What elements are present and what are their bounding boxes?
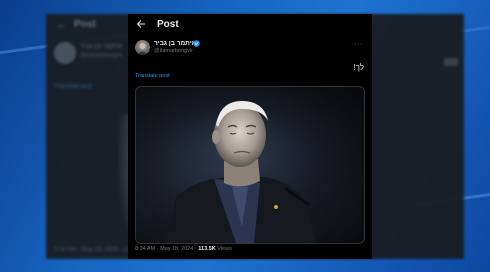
translate-post-link[interactable]: Translate post <box>135 73 170 79</box>
blurred-display-name: איתמר בן גביר <box>80 43 123 50</box>
post-header: Post <box>128 14 372 36</box>
views-count: 113.5K <box>198 246 216 252</box>
author-display-name[interactable]: איתמר בן גביר <box>154 40 196 47</box>
post-time[interactable]: 8:34 AM <box>135 246 155 252</box>
page-title: Post <box>157 19 179 30</box>
blurred-avatar <box>54 42 76 64</box>
blurred-translate-link: Translate post <box>54 84 92 90</box>
post-date[interactable]: May 18, 2024 <box>160 246 193 252</box>
post-meta: 8:34 AM · May 18, 2024 · 113.5K Views <box>135 246 232 252</box>
blurred-handle: @itamarbengvir <box>80 53 123 59</box>
post-media-image[interactable] <box>135 86 365 244</box>
more-options-icon[interactable]: ··· <box>355 41 364 48</box>
blurred-back-icon: ← <box>56 19 67 31</box>
avatar[interactable] <box>135 40 150 55</box>
photo-man-in-suit <box>136 87 364 243</box>
blurred-more-icon <box>444 58 458 66</box>
arrow-left-icon[interactable] <box>135 18 147 30</box>
blurred-title: Post <box>74 19 96 30</box>
tv-background: ← Post איתמר בן גביר @itamarbengvir Tran… <box>0 0 490 272</box>
author-handle[interactable]: @itamarbengvir <box>154 48 193 54</box>
verified-badge-icon <box>193 39 200 47</box>
post-card: Post איתמר בן גביר @itamarbengvir ··· לך… <box>128 14 372 259</box>
post-text: לך! <box>353 63 364 72</box>
views-label: Views <box>215 246 232 252</box>
